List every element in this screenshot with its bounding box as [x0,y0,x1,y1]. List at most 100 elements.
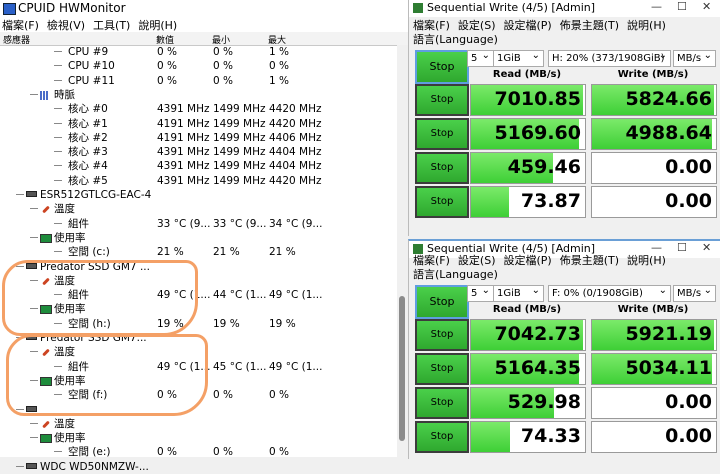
sensor-max: 34 °C (9... [269,217,323,230]
seqwrite-titlebar: Sequential Write (4/5) [Admin] — ☐ ✕ [409,0,720,17]
hwmonitor-menubar: 檔案(F) 檢視(V) 工具(T) 說明(H) [0,17,408,32]
sensor-row[interactable]: 溫度 [0,202,396,216]
maximize-icon[interactable]: ☐ [677,241,687,254]
menu-item[interactable]: 工具(T) [93,19,130,32]
sensor-row[interactable]: CPU #11 0 % 0 % 1 % [0,74,396,88]
menu-item[interactable]: 檔案(F) [2,19,39,32]
unit-select[interactable]: MB/s [673,283,716,302]
sensor-row[interactable]: 組件 33 °C (9... 33 °C (9... 34 °C (9... [0,217,396,231]
read-value: 5169.60 [494,122,581,144]
sensor-label: 組件 [68,217,89,230]
sensor-max: 4420 MHz [269,174,322,187]
row-stop-button[interactable]: Stop [415,186,469,218]
write-result-cell: 0.00 [591,421,717,453]
language-menu[interactable]: 語言(Language) [413,31,498,47]
read-result-cell: 5169.60 [470,118,586,150]
row-stop-button[interactable]: Stop [415,319,469,351]
row-stop-button[interactable]: Stop [415,84,469,116]
write-result-cell: 0.00 [591,186,717,218]
drive-select[interactable]: F: 0% (0/1908GiB) [548,283,671,302]
sensor-label: 核心 #2 [68,131,108,144]
sensor-row[interactable]: CPU #9 0 % 0 % 1 % [0,45,396,59]
tree-connector [30,236,38,238]
clock-icon [40,90,49,100]
seqwrite-window-f: Sequential Write (4/5) [Admin] — ☐ ✕ 檔案(F) 設定… [408,239,720,459]
sensor-row[interactable]: 使用率 [0,431,396,445]
tree-connector [30,208,38,210]
count-select[interactable]: 5 [467,283,494,302]
sensor-row[interactable]: WDC WD50NMZW-... [0,460,396,474]
sensor-max: 4420 MHz [269,103,322,116]
write-value: 5034.11 [625,357,712,379]
column-header: 感應器 數值 最小 最大 [0,32,408,46]
write-result-cell: 4988.64 [591,118,717,150]
row-stop-button[interactable]: Stop [415,387,469,419]
size-select[interactable]: 1GiB [493,283,544,302]
menu-item[interactable]: 說明(H) [138,19,177,32]
menu-item[interactable]: 設定檔(P) [504,254,552,267]
menu-item[interactable]: 佈景主題(T) [560,19,619,32]
sensor-row[interactable]: 核心 #4 4391 MHz 1499 MHz 4404 MHz [0,159,396,173]
sensor-value: 4391 MHz [157,146,210,159]
write-result-cell: 0.00 [591,387,717,419]
sensor-value: 4391 MHz [157,174,210,187]
sensor-row[interactable]: 使用率 [0,231,396,245]
read-result-cell: 73.87 [470,186,586,218]
read-header: Read (MB/s) [492,304,562,315]
sensor-min: 1499 MHz [213,146,266,159]
close-icon[interactable]: ✕ [702,0,711,13]
count-select[interactable]: 5 [467,48,494,67]
row-stop-button[interactable]: Stop [415,118,469,150]
row-stop-button[interactable]: Stop [415,152,469,184]
size-select[interactable]: 1GiB [493,48,544,67]
usage-bar-icon [40,233,52,243]
sensor-row[interactable]: ESR512GTLCG-EAC-4 [0,188,396,202]
sensor-row[interactable]: 溫度 [0,417,396,431]
annotation-circle-1 [2,260,198,336]
sensor-row[interactable]: CPU #10 0 % 0 % 0 % [0,59,396,73]
sensor-max: 4406 MHz [269,131,322,144]
usage-bar-icon [40,434,52,444]
maximize-icon[interactable]: ☐ [677,0,687,13]
stop-all-button[interactable]: Stop [415,285,469,319]
menu-item[interactable]: 說明(H) [627,254,666,267]
sensor-row[interactable]: 空間 (e:) 0 % 0 % 0 % [0,445,396,459]
scrollbar-thumb[interactable] [399,296,405,441]
tree-connector [54,122,62,124]
read-value: 74.33 [520,425,581,447]
menu-item[interactable]: 佈景主題(T) [560,254,619,267]
close-icon[interactable]: ✕ [702,241,711,254]
sensor-max: 19 % [269,317,296,330]
drive-select[interactable]: H: 20% (373/1908GiB) [548,48,671,67]
sensor-row[interactable]: 核心 #2 4191 MHz 1499 MHz 4406 MHz [0,131,396,145]
sensor-min: 0 % [213,46,233,58]
sensor-row[interactable]: 核心 #3 4391 MHz 1499 MHz 4404 MHz [0,145,396,159]
sensor-max: 21 % [269,246,296,259]
sensor-label: 溫度 [54,203,75,216]
sensor-row[interactable]: 核心 #1 4191 MHz 1499 MHz 4420 MHz [0,117,396,131]
window-title: CPUID HWMonitor [18,1,126,15]
hwmonitor-titlebar: CPUID HWMonitor [0,0,408,17]
stop-all-button[interactable]: Stop [415,50,469,84]
menu-item[interactable]: 檢視(V) [47,19,85,32]
language-menu[interactable]: 語言(Language) [413,266,498,282]
sensor-value: 4191 MHz [157,117,210,130]
minimize-icon[interactable]: — [651,0,662,13]
menu-item[interactable]: 說明(H) [627,19,666,32]
tree-connector [54,165,62,167]
sensor-row[interactable]: 核心 #0 4391 MHz 1499 MHz 4420 MHz [0,102,396,116]
write-value: 0.00 [665,391,712,413]
read-value: 5164.35 [494,357,581,379]
sensor-max: 0 % [269,389,289,402]
sensor-row[interactable]: 空間 (c:) 21 % 21 % 21 % [0,245,396,259]
sensor-label: CPU #11 [68,74,115,87]
sensor-label: 使用率 [54,231,86,244]
sensor-row[interactable]: 核心 #5 4391 MHz 1499 MHz 4420 MHz [0,174,396,188]
row-stop-button[interactable]: Stop [415,421,469,453]
sensor-label: 核心 #1 [68,117,108,130]
sensor-value: 0 % [157,446,177,459]
menu-item[interactable]: 設定檔(P) [504,19,552,32]
unit-select[interactable]: MB/s [673,48,716,67]
sensor-row[interactable]: 時脈 [0,88,396,102]
row-stop-button[interactable]: Stop [415,353,469,385]
